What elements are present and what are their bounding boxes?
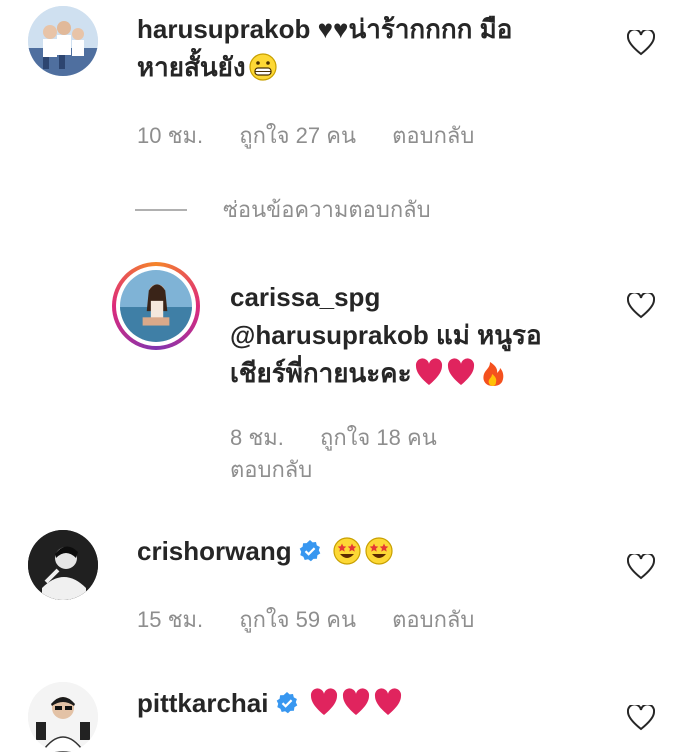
comment-body: crishorwang — [137, 532, 607, 570]
like-heart-icon[interactable] — [627, 30, 655, 56]
red-heart-emoji — [342, 688, 369, 715]
comment-body: harusuprakob ♥♥น่าร้ากกกก มือ หายสั้นยัง — [137, 10, 577, 86]
comment-time: 15 ชม. — [137, 607, 204, 632]
verified-badge-icon — [299, 540, 320, 562]
grinning-face-emoji — [248, 53, 277, 81]
comment-text-line1: ♥♥น่าร้ากกกก มือ — [317, 14, 513, 44]
like-heart-icon[interactable] — [627, 293, 655, 319]
like-heart-icon[interactable] — [627, 554, 655, 580]
comment-text-line2: หายสั้นยัง — [137, 52, 246, 82]
comment-likes[interactable]: ถูกใจ 59 คน — [239, 607, 356, 632]
comment-meta: 15 ชม. ถูกใจ 59 คน ตอบกลับ — [137, 602, 504, 637]
divider-line — [135, 208, 187, 211]
username[interactable]: carissa_spg — [230, 282, 380, 312]
comment-body: pittkarchai — [137, 684, 607, 722]
like-heart-icon[interactable] — [627, 705, 655, 731]
comment-meta: 10 ชม. ถูกใจ 27 คน ตอบกลับ — [137, 118, 504, 153]
comment-text-line1: แม่ หนูรอ — [428, 320, 542, 350]
mention-link[interactable]: @harusuprakob — [230, 320, 429, 350]
comment-time: 10 ชม. — [137, 123, 204, 148]
username[interactable]: pittkarchai — [137, 688, 269, 718]
comment-text-line2: เชียร์พี่กายนะคะ — [230, 358, 412, 388]
avatar-carissa_spg[interactable] — [112, 262, 200, 350]
comment-time: 8 ชม. — [230, 425, 284, 450]
avatar-pittkarchai[interactable] — [28, 682, 98, 752]
username[interactable]: crishorwang — [137, 536, 292, 566]
username[interactable]: harusuprakob — [137, 14, 310, 44]
red-heart-emoji — [310, 688, 337, 715]
verified-badge-icon — [276, 692, 297, 714]
avatar-crishorwang[interactable] — [28, 530, 98, 600]
star-struck-emoji — [332, 537, 361, 565]
reply-button[interactable]: ตอบกลับ — [392, 123, 474, 148]
red-heart-emoji — [374, 688, 401, 715]
comment-likes[interactable]: ถูกใจ 18 คน — [320, 425, 437, 450]
red-heart-emoji — [415, 358, 442, 385]
avatar-harusuprakob[interactable] — [28, 6, 98, 76]
reply-button[interactable]: ตอบกลับ — [392, 607, 474, 632]
reply-button[interactable]: ตอบกลับ — [230, 457, 312, 482]
hide-replies-label[interactable]: ซ่อนข้อความตอบกลับ — [223, 192, 431, 227]
fire-emoji — [482, 362, 503, 386]
comment-likes[interactable]: ถูกใจ 27 คน — [239, 123, 356, 148]
hide-replies-toggle[interactable]: ซ่อนข้อความตอบกลับ — [135, 192, 431, 227]
comment-meta: 8 ชม. ถูกใจ 18 คน ตอบกลับ — [230, 422, 467, 486]
red-heart-emoji — [447, 358, 474, 385]
star-struck-emoji — [364, 537, 393, 565]
comment-body: carissa_spg @harusuprakob แม่ หนูรอ เชีย… — [230, 278, 610, 392]
